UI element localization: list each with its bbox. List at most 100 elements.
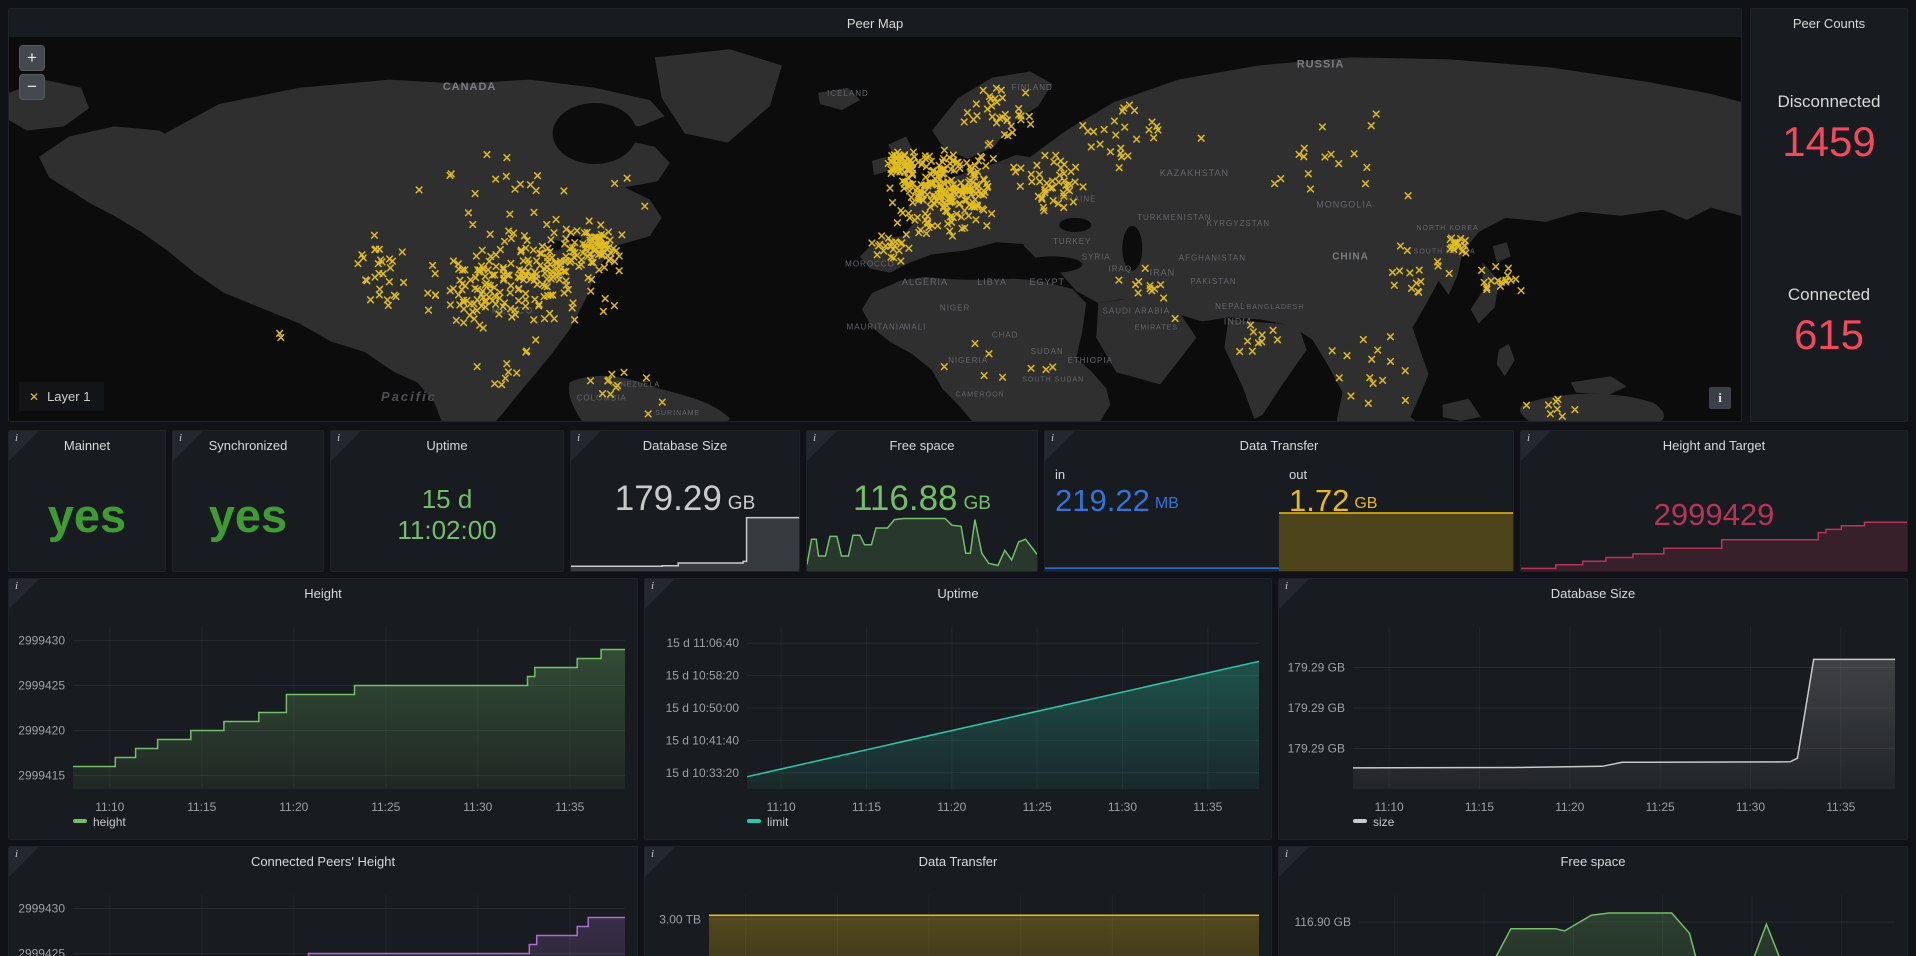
map-zoom-in-button[interactable]: + <box>19 45 45 71</box>
charts-row-2: iConnected Peers' Height2999430299942529… <box>8 846 1908 956</box>
country-label: NEPAL <box>1215 302 1246 311</box>
panel-info-icon[interactable]: i <box>1279 579 1309 609</box>
map-zoom-out-button[interactable]: − <box>19 74 45 100</box>
panel-info-icon[interactable]: i <box>645 579 675 609</box>
free-space-stat-panel: i Free space 116.88GB <box>806 430 1038 572</box>
stat-unit: MB <box>1155 495 1179 519</box>
dual-stats: in219.22MBout1.72GB <box>1045 459 1513 571</box>
legend-swatch <box>73 819 87 823</box>
legend-item-height[interactable]: height <box>73 815 126 829</box>
panel-title[interactable]: Data Transfer <box>1240 438 1319 453</box>
height-series-area <box>73 650 625 790</box>
country-label: ALGERIA <box>902 277 948 287</box>
peer-counts-panel: Peer Counts Disconnected 1459 Connected … <box>1750 8 1908 422</box>
map-zoom-controls: + − <box>19 45 45 100</box>
panel-info-icon[interactable]: i <box>1521 431 1551 461</box>
stat-body: 116.88GB <box>807 459 1037 571</box>
world-map[interactable]: CANADARUSSIAKAZAKHSTANMONGOLIAKYRGYZSTAN… <box>9 37 1741 421</box>
sparkline <box>1045 531 1279 571</box>
info-icon: i <box>15 432 18 444</box>
country-label: CHINA <box>1332 251 1369 262</box>
panel-info-icon[interactable]: i <box>645 847 675 877</box>
country-label: SOUTH SUDAN <box>1022 376 1084 383</box>
stat-label: out <box>1289 467 1307 482</box>
country-label: SUDAN <box>1031 347 1064 356</box>
panel-header: Data Transfer <box>1045 431 1513 459</box>
x-axis-label: 11:30 <box>1108 800 1137 814</box>
layer-label: Layer 1 <box>47 389 90 404</box>
legend-swatch <box>1353 819 1367 823</box>
info-icon: i <box>337 432 340 444</box>
country-label: MALI <box>904 323 927 332</box>
country-label: IRAQ <box>1109 265 1133 274</box>
legend-item-limit[interactable]: limit <box>747 815 789 829</box>
y-axis-label: 2999430 <box>18 634 65 648</box>
in-stat: in219.22MB <box>1045 459 1279 571</box>
y-axis-label: 2999425 <box>18 947 65 956</box>
stat-unit: GB <box>964 493 991 515</box>
x-axis-label: 11:25 <box>371 800 400 814</box>
info-icon: i <box>651 580 654 592</box>
country-label: INDIA <box>1224 316 1253 326</box>
panel-title[interactable]: Height and Target <box>1663 438 1765 453</box>
disconnected-stat: Disconnected 1459 <box>1751 92 1907 166</box>
country-label: MAURITANIA <box>847 323 906 332</box>
panel-info-icon[interactable]: i <box>571 431 601 461</box>
free-space-chart: 116.90 GB11:1011:1511:2011:2511:3011:35 <box>1279 847 1908 956</box>
info-icon: i <box>577 432 580 444</box>
panel-info-icon[interactable]: i <box>9 579 39 609</box>
panel-title[interactable]: Mainnet <box>64 438 110 453</box>
map-layer-legend[interactable]: ✕ Layer 1 <box>19 382 104 411</box>
connected-value: 615 <box>1751 311 1907 359</box>
panel-info-icon[interactable]: i <box>173 431 203 461</box>
stat-value: yes <box>173 459 323 571</box>
country-label: BANGLADESH <box>1247 304 1305 311</box>
world-map-svg[interactable]: CANADARUSSIAKAZAKHSTANMONGOLIAKYRGYZSTAN… <box>9 37 1741 421</box>
info-icon: i <box>1527 432 1530 444</box>
stat-body: 179.29GB <box>571 459 799 571</box>
country-label: EMIRATES <box>1135 325 1178 332</box>
stat-value: 15 d11:02:00 <box>331 459 563 571</box>
stat-body: 2999429 <box>1521 459 1907 571</box>
panel-title[interactable]: Uptime <box>426 438 467 453</box>
panel-info-icon[interactable]: i <box>1045 431 1075 461</box>
height-chart: 299943029994252999420299941511:1011:1511… <box>9 579 638 840</box>
y-axis-label: 15 d 10:50:00 <box>666 701 740 715</box>
panel-info-icon[interactable]: i <box>331 431 361 461</box>
panel-info-icon[interactable]: i <box>9 431 39 461</box>
panel-title[interactable]: Peer Counts <box>1793 16 1865 31</box>
peers-height-chart-panel: iConnected Peers' Height2999430299942529… <box>8 846 638 956</box>
stat-value: 116.88GB <box>807 467 1037 531</box>
panel-title[interactable]: Free space <box>889 438 954 453</box>
panel-title[interactable]: Database Size <box>643 438 728 453</box>
map-attribution-button[interactable]: i <box>1709 387 1731 409</box>
peer-counts-body: Disconnected 1459 Connected 615 <box>1751 37 1907 421</box>
stat-unit: GB <box>728 493 755 515</box>
height-series-area <box>73 918 625 956</box>
legend-item-size[interactable]: size <box>1353 815 1395 829</box>
panel-info-icon[interactable]: i <box>1279 847 1309 877</box>
x-axis-label: 11:30 <box>1736 800 1765 814</box>
country-label: SURINAME <box>655 410 700 417</box>
panel-info-icon[interactable]: i <box>9 847 39 877</box>
legend-label: height <box>93 815 126 829</box>
panel-title[interactable]: Peer Map <box>847 16 903 31</box>
uptime-chart: 15 d 11:06:4015 d 10:58:2015 d 10:50:001… <box>645 579 1272 840</box>
stat-label: in <box>1055 467 1065 482</box>
stats-row: i Mainnet yes i Synchronized yes i Uptime 15 d11… <box>8 430 1908 572</box>
connected-label: Connected <box>1751 285 1907 305</box>
country-label: CHAD <box>992 331 1019 340</box>
panel-info-icon[interactable]: i <box>807 431 837 461</box>
stat-body: in219.22MBout1.72GB <box>1045 459 1513 571</box>
panel-title[interactable]: Synchronized <box>209 438 288 453</box>
x-axis-label: 11:10 <box>1375 800 1404 814</box>
x-axis-label: 11:15 <box>187 800 216 814</box>
info-icon: i <box>179 432 182 444</box>
x-axis-label: 11:20 <box>937 800 966 814</box>
y-axis-label: 15 d 10:41:40 <box>666 733 740 747</box>
country-label: MONGOLIA <box>1316 200 1373 210</box>
country-label: TURKEY <box>1053 237 1091 246</box>
info-icon: i <box>15 580 18 592</box>
country-label: MOROCCO <box>845 260 895 269</box>
stat-value: yes <box>9 459 165 571</box>
